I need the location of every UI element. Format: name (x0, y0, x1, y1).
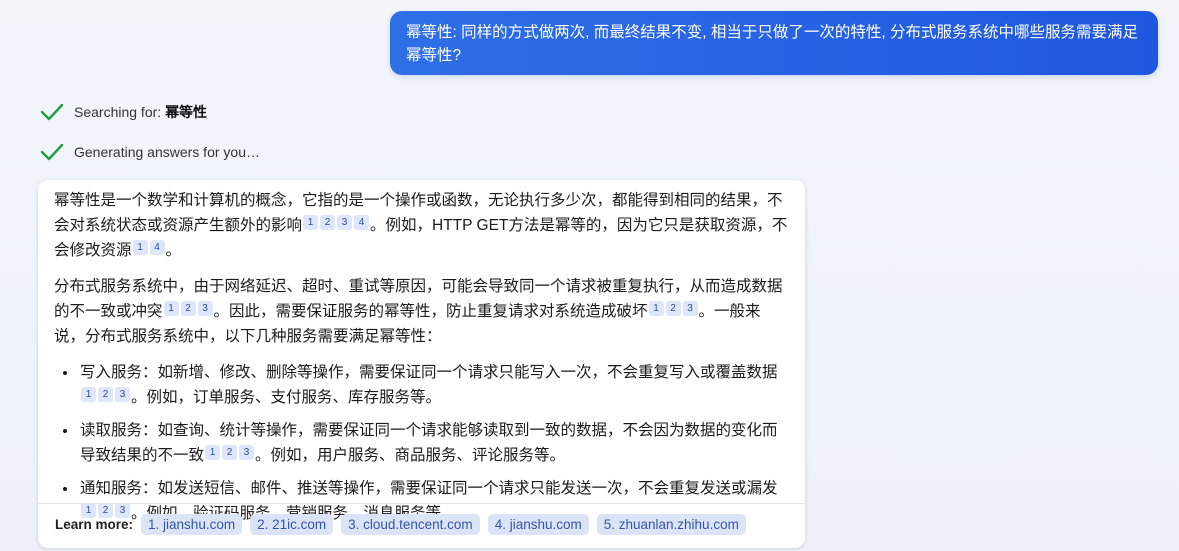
check-icon (40, 143, 64, 161)
answer-body: 幂等性是一个数学和计算机的概念，它指的是一个操作或函数，无论执行多少次，都能得到… (38, 180, 805, 526)
answer-text: 。 (165, 242, 182, 259)
list-item-text: 。例如，订单服务、支付服务、库存服务等。 (131, 389, 442, 406)
learn-more-bar: Learn more: 1. jianshu.com 2. 21ic.com 3… (55, 514, 754, 535)
citation[interactable]: 2 (222, 445, 238, 460)
citation[interactable]: 3 (197, 301, 213, 316)
service-list: 写入服务：如新增、修改、删除等操作，需要保证同一个请求只能写入一次，不会重复写入… (54, 360, 791, 526)
citation[interactable]: 3 (337, 215, 353, 230)
answer-paragraph: 分布式服务系统中，由于网络延迟、超时、重试等原因，可能会导致同一个请求被重复执行… (54, 274, 791, 349)
list-item: 写入服务：如新增、修改、删除等操作，需要保证同一个请求只能写入一次，不会重复写入… (78, 360, 791, 410)
citation[interactable]: 2 (320, 215, 336, 230)
citation[interactable]: 1 (648, 301, 664, 316)
citation[interactable]: 2 (98, 387, 113, 402)
list-item-text: 。例如，用户服务、商品服务、评论服务等。 (255, 447, 566, 464)
check-icon (40, 103, 64, 121)
answer-paragraph: 幂等性是一个数学和计算机的概念，它指的是一个操作或函数，无论执行多少次，都能得到… (54, 188, 791, 263)
citation[interactable]: 1 (132, 240, 148, 255)
citation[interactable]: 1 (163, 301, 179, 316)
citation[interactable]: 1 (205, 445, 221, 460)
searching-prefix: Searching for: (74, 104, 162, 120)
list-item-text: 通知服务：如发送短信、邮件、推送等操作，需要保证同一个请求只能发送一次，不会重复… (80, 480, 778, 497)
citation[interactable]: 3 (115, 387, 130, 402)
learn-more-link[interactable]: 4. jianshu.com (487, 514, 589, 535)
citation[interactable]: 3 (239, 445, 255, 460)
user-message-text: 幂等性: 同样的方式做两次, 而最终结果不变, 相当于只做了一次的特性, 分布式… (406, 24, 1138, 64)
generating-status: Generating answers for you… (40, 142, 260, 162)
answer-text: 。因此，需要保证服务的幂等性，防止重复请求对系统造成破坏 (213, 303, 648, 320)
citation[interactable]: 2 (665, 301, 681, 316)
search-query: 幂等性 (165, 104, 208, 120)
divider (38, 503, 805, 504)
user-message-bubble: 幂等性: 同样的方式做两次, 而最终结果不变, 相当于只做了一次的特性, 分布式… (390, 11, 1158, 75)
citation[interactable]: 4 (354, 215, 370, 230)
list-item-text: 写入服务：如新增、修改、删除等操作，需要保证同一个请求只能写入一次，不会重复写入… (80, 364, 778, 381)
answer-card: 幂等性是一个数学和计算机的概念，它指的是一个操作或函数，无论执行多少次，都能得到… (38, 180, 805, 548)
citation[interactable]: 1 (303, 215, 319, 230)
learn-more-link[interactable]: 3. cloud.tencent.com (341, 514, 480, 535)
learn-more-label: Learn more: (55, 517, 134, 532)
citation[interactable]: 1 (81, 387, 96, 402)
generating-text: Generating answers for you… (74, 144, 260, 160)
learn-more-link[interactable]: 1. jianshu.com (141, 514, 243, 535)
list-item: 读取服务：如查询、统计等操作，需要保证同一个请求能够读取到一致的数据，不会因为数… (78, 418, 791, 468)
searching-status: Searching for: 幂等性 (40, 102, 207, 122)
citation[interactable]: 2 (180, 301, 196, 316)
learn-more-link[interactable]: 5. zhuanlan.zhihu.com (596, 514, 746, 535)
learn-more-link[interactable]: 2. 21ic.com (250, 514, 334, 535)
citation[interactable]: 4 (149, 240, 165, 255)
citation[interactable]: 3 (682, 301, 698, 316)
